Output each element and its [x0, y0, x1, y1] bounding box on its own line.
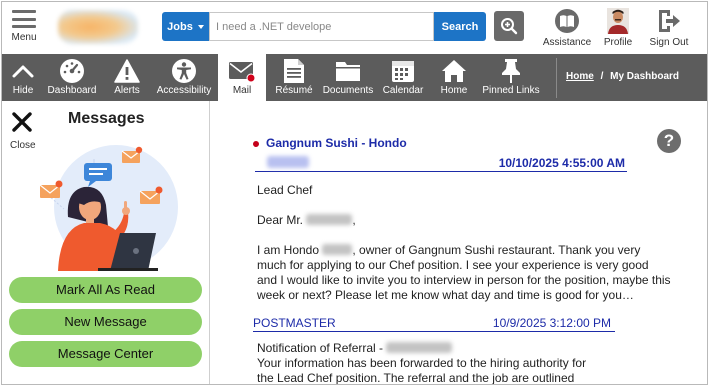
- accessibility-icon: [172, 59, 196, 83]
- search-button[interactable]: Search: [434, 12, 486, 41]
- search-category-label: Jobs: [167, 20, 193, 33]
- gauge-icon: [60, 59, 84, 83]
- nav-item-dashboard[interactable]: Dashboard: [45, 54, 99, 101]
- top-bar: Menu Jobs Search: [2, 2, 707, 54]
- breadcrumb-current: My Dashboard: [610, 71, 680, 82]
- message2-from: POSTMASTER: [253, 316, 336, 330]
- nav-label-pinned-links: Pinned Links: [482, 85, 540, 96]
- nav-label-hide: Hide: [12, 85, 34, 96]
- nav-item-home[interactable]: Home: [434, 54, 474, 101]
- zoom-in-icon: [501, 18, 518, 35]
- greeting-suffix: ,: [352, 213, 356, 227]
- nav-item-hide[interactable]: Hide: [6, 54, 40, 101]
- sidebar-title: Messages: [68, 110, 145, 127]
- message-header-row: 10/10/2025 4:55:00 AM: [255, 155, 627, 172]
- nav-item-pinned-links[interactable]: Pinned Links: [482, 54, 540, 101]
- chevron-up-icon: [12, 65, 34, 78]
- search-input[interactable]: [209, 12, 434, 41]
- message-body-line: week or next? Please let me know what da…: [257, 288, 634, 302]
- nav-label-dashboard: Dashboard: [47, 85, 97, 96]
- greeting-prefix: Dear Mr.: [257, 213, 304, 227]
- nav-label-accessibility: Accessibility: [156, 85, 212, 96]
- caret-down-icon: [197, 24, 204, 29]
- nav-item-calendar[interactable]: Calendar: [380, 54, 426, 101]
- calendar-icon: [392, 61, 414, 82]
- signout-button[interactable]: Sign Out: [646, 8, 692, 48]
- house-icon: [442, 60, 466, 82]
- breadcrumb-home-link[interactable]: Home: [566, 71, 594, 82]
- message-body-line: I am Hondo , owner of Gangnum Sushi rest…: [257, 243, 677, 258]
- nav-item-documents[interactable]: Documents: [322, 54, 374, 101]
- message-body-line: and I would like to invite you to interv…: [257, 273, 671, 287]
- messages-sidebar: Close Messages Mark All As Read New Mess…: [2, 101, 210, 384]
- recipient-name-redacted: [306, 214, 353, 225]
- folder-icon: [336, 62, 360, 81]
- message2-subject-prefix: Notification of Referral -: [257, 341, 384, 355]
- nav-label-home: Home: [440, 85, 468, 96]
- nav-item-resume[interactable]: Résumé: [272, 54, 316, 101]
- messaging-illustration: [39, 145, 178, 271]
- avatar-icon: [607, 8, 629, 34]
- hamburger-icon: [12, 8, 36, 30]
- nav-item-mail[interactable]: Mail: [218, 54, 266, 101]
- message-pane: ? Gangnum Sushi - Hondo 10/10/2025 4:55:…: [211, 101, 707, 385]
- help-icon[interactable]: ?: [657, 129, 681, 153]
- assistance-button[interactable]: Assistance: [542, 8, 592, 48]
- message2-date: 10/9/2025 3:12:00 PM: [492, 316, 611, 330]
- nav-divider: [556, 58, 557, 98]
- book-icon: [555, 9, 579, 33]
- search-bar: Jobs Search: [162, 12, 486, 41]
- unread-dot: [253, 141, 259, 147]
- message-title-line: Lead Chef: [257, 183, 313, 197]
- profile-button[interactable]: Profile: [601, 8, 635, 48]
- message-greeting: Dear Mr. ,: [257, 213, 356, 228]
- nav-label-resume: Résumé: [275, 85, 313, 96]
- message2-body-line: the Lead Chef position. The referral and…: [257, 371, 575, 385]
- zoom-button[interactable]: [494, 11, 524, 41]
- message2-body-line: Your information has been forwarded to t…: [257, 356, 587, 370]
- menu-label: Menu: [11, 32, 37, 43]
- nav-item-alerts[interactable]: Alerts: [109, 54, 145, 101]
- body-prefix: I am Hondo: [257, 243, 320, 257]
- warning-icon: [114, 59, 140, 83]
- menu-button[interactable]: Menu: [8, 8, 40, 43]
- nav-label-alerts: Alerts: [114, 85, 140, 96]
- app-window: Menu Jobs Search: [1, 1, 708, 385]
- sign-out-icon: [659, 10, 680, 32]
- assistance-label: Assistance: [542, 37, 592, 48]
- sender-name-redacted: [267, 156, 309, 168]
- message-date: 10/10/2025 4:55:00 AM: [498, 156, 625, 170]
- message-center-button[interactable]: Message Center: [9, 341, 202, 367]
- breadcrumb: Home / My Dashboard: [566, 71, 679, 82]
- signout-label: Sign Out: [649, 37, 689, 48]
- document-icon: [284, 59, 304, 83]
- pin-icon: [502, 59, 520, 83]
- message2-header-row[interactable]: POSTMASTER 10/9/2025 3:12:00 PM: [253, 315, 615, 332]
- referral-name-redacted: [386, 342, 453, 353]
- new-message-button[interactable]: New Message: [9, 309, 202, 335]
- search-category-select[interactable]: Jobs: [162, 12, 209, 41]
- message-body: I am Hondo , owner of Gangnum Sushi rest…: [257, 243, 677, 303]
- message2-subject: Notification of Referral -: [257, 341, 677, 356]
- message2-body: Notification of Referral - Your informat…: [257, 341, 677, 385]
- nav-label-calendar: Calendar: [382, 85, 424, 96]
- sender-surname-redacted: [322, 244, 353, 255]
- message-body-line: much for applying to our Chef position. …: [257, 258, 649, 272]
- mark-all-read-button[interactable]: Mark All As Read: [9, 277, 202, 303]
- nav-label-mail: Mail: [232, 85, 252, 96]
- breadcrumb-separator: /: [600, 71, 604, 82]
- message-subject[interactable]: Gangnum Sushi - Hondo: [266, 136, 407, 150]
- brand-logo[interactable]: [58, 10, 138, 44]
- profile-label: Profile: [603, 37, 633, 48]
- nav-item-accessibility[interactable]: Accessibility: [155, 54, 213, 101]
- mail-icon: [229, 62, 256, 83]
- nav-bar: Hide Dashboard Alerts Accessibility Mail…: [2, 54, 707, 101]
- nav-label-documents: Documents: [322, 85, 374, 96]
- body-suffix: , owner of Gangnum Sushi restaurant. Tha…: [352, 243, 641, 257]
